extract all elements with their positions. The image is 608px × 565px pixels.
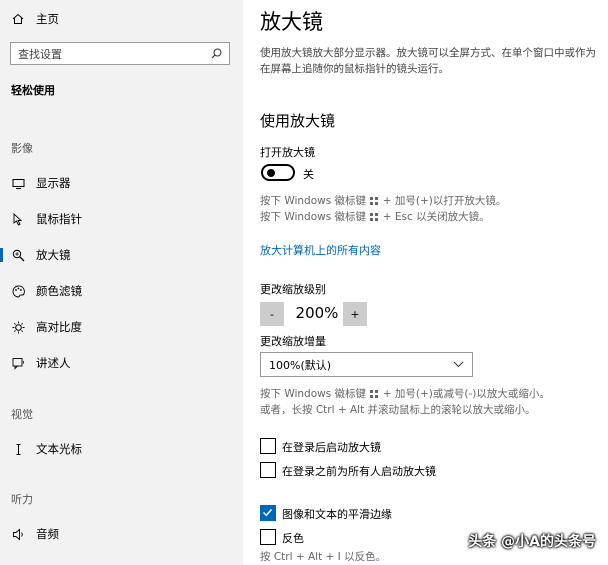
hint-close: 按下 Windows 徽标键 + Esc 以关闭放大镜。 bbox=[260, 211, 490, 223]
search-icon bbox=[211, 48, 222, 59]
hint-open: 按下 Windows 徽标键 + 加号(+)以打开放大镜。 bbox=[260, 195, 507, 207]
magnifier-toggle[interactable] bbox=[261, 164, 295, 181]
sidebar-item-label: 讲述人 bbox=[36, 356, 71, 370]
sidebar: 主页 查找设置 轻松使用 影像 显示器 鼠标指针 放大镜 颜色滤镜 高对比度 讲… bbox=[0, 0, 243, 565]
search-input[interactable]: 查找设置 bbox=[10, 42, 230, 65]
group-vision: 影像 bbox=[11, 142, 33, 155]
chevron-down-icon bbox=[453, 361, 464, 368]
sidebar-item-narrator[interactable]: 讲述人 bbox=[0, 352, 243, 374]
page-description: 使用放大镜放大部分显示器。放大镜可以全屏方式、在单个窗口中或作为在屏幕上追随你的… bbox=[260, 47, 596, 75]
home-link[interactable]: 主页 bbox=[12, 10, 59, 28]
windows-logo-icon bbox=[370, 197, 379, 205]
zoom-all-link[interactable]: 放大计算机上的所有内容 bbox=[260, 242, 381, 258]
zoom-increment-label: 更改缩放增量 bbox=[260, 335, 326, 348]
smooth-edges-checkbox[interactable] bbox=[260, 505, 276, 521]
zoom-level-label: 更改缩放级别 bbox=[260, 283, 326, 296]
windows-logo-icon bbox=[370, 390, 379, 398]
zoom-out-button[interactable]: - bbox=[260, 302, 284, 326]
sidebar-item-label: 放大镜 bbox=[36, 248, 71, 262]
mouse-pointer-icon bbox=[13, 212, 22, 226]
home-label: 主页 bbox=[36, 12, 59, 26]
hint-zoom-keys: 按下 Windows 徽标键 + 加号(+)或减号(-)以放大或缩小。 bbox=[260, 388, 550, 400]
sidebar-item-label: 显示器 bbox=[36, 176, 71, 190]
sidebar-item-label: 文本光标 bbox=[36, 442, 82, 456]
sidebar-item-mouse-pointer[interactable]: 鼠标指针 bbox=[0, 208, 243, 230]
start-after-signin-checkbox[interactable] bbox=[260, 438, 276, 454]
category-heading: 轻松使用 bbox=[11, 84, 55, 97]
toggle-label: 打开放大镜 bbox=[260, 146, 315, 159]
group-interaction: 听力 bbox=[11, 493, 33, 506]
invert-colors-checkbox[interactable] bbox=[260, 529, 276, 545]
hint-invert: 按 Ctrl + Alt + I 以反色。 bbox=[260, 551, 387, 563]
toggle-state: 关 bbox=[303, 168, 314, 181]
home-icon bbox=[12, 13, 24, 24]
checkbox-label: 图像和文本的平滑边缘 bbox=[282, 508, 392, 521]
sidebar-item-text-cursor[interactable]: 文本光标 bbox=[0, 438, 243, 460]
page-title: 放大镜 bbox=[260, 10, 323, 34]
zoom-in-button[interactable]: + bbox=[343, 302, 367, 326]
sidebar-item-color-filters[interactable]: 颜色滤镜 bbox=[0, 280, 243, 302]
sidebar-item-label: 鼠标指针 bbox=[36, 212, 82, 226]
checkbox-label: 在登录之前为所有人启动放大镜 bbox=[282, 465, 436, 478]
main-content: 放大镜 使用放大镜放大部分显示器。放大镜可以全屏方式、在单个窗口中或作为在屏幕上… bbox=[243, 0, 608, 565]
group-hearing: 视觉 bbox=[11, 408, 33, 421]
speaker-icon bbox=[12, 528, 23, 540]
sidebar-item-audio[interactable]: 音频 bbox=[0, 523, 243, 545]
watermark: 头条 @小A的头条号 bbox=[468, 534, 596, 550]
checkmark-icon bbox=[262, 508, 273, 517]
hint-zoom-scroll: 或者，长按 Ctrl + Alt 并滚动鼠标上的滚轮以放大或缩小。 bbox=[260, 404, 536, 416]
search-placeholder: 查找设置 bbox=[18, 47, 62, 61]
monitor-icon bbox=[12, 178, 24, 189]
narrator-icon bbox=[12, 357, 24, 370]
sidebar-item-label: 音频 bbox=[36, 527, 59, 541]
windows-logo-icon bbox=[370, 213, 379, 221]
sidebar-item-label: 高对比度 bbox=[36, 320, 82, 334]
sidebar-item-label: 颜色滤镜 bbox=[36, 284, 82, 298]
sidebar-item-display[interactable]: 显示器 bbox=[0, 172, 243, 194]
select-value: 100%(默认) bbox=[269, 358, 332, 372]
palette-icon bbox=[12, 285, 25, 297]
sidebar-item-high-contrast[interactable]: 高对比度 bbox=[0, 316, 243, 338]
section-title: 使用放大镜 bbox=[260, 112, 336, 130]
zoom-value: 200% bbox=[295, 304, 339, 322]
contrast-icon bbox=[12, 321, 24, 333]
zoom-increment-select[interactable]: 100%(默认) bbox=[260, 352, 473, 377]
magnifier-icon bbox=[12, 249, 24, 261]
text-cursor-icon bbox=[16, 443, 20, 455]
sidebar-item-magnifier[interactable]: 放大镜 bbox=[0, 244, 243, 266]
toggle-knob bbox=[267, 169, 275, 177]
checkbox-label: 在登录后启动放大镜 bbox=[282, 441, 381, 454]
start-before-signin-checkbox[interactable] bbox=[260, 462, 276, 478]
checkbox-label: 反色 bbox=[282, 532, 304, 545]
